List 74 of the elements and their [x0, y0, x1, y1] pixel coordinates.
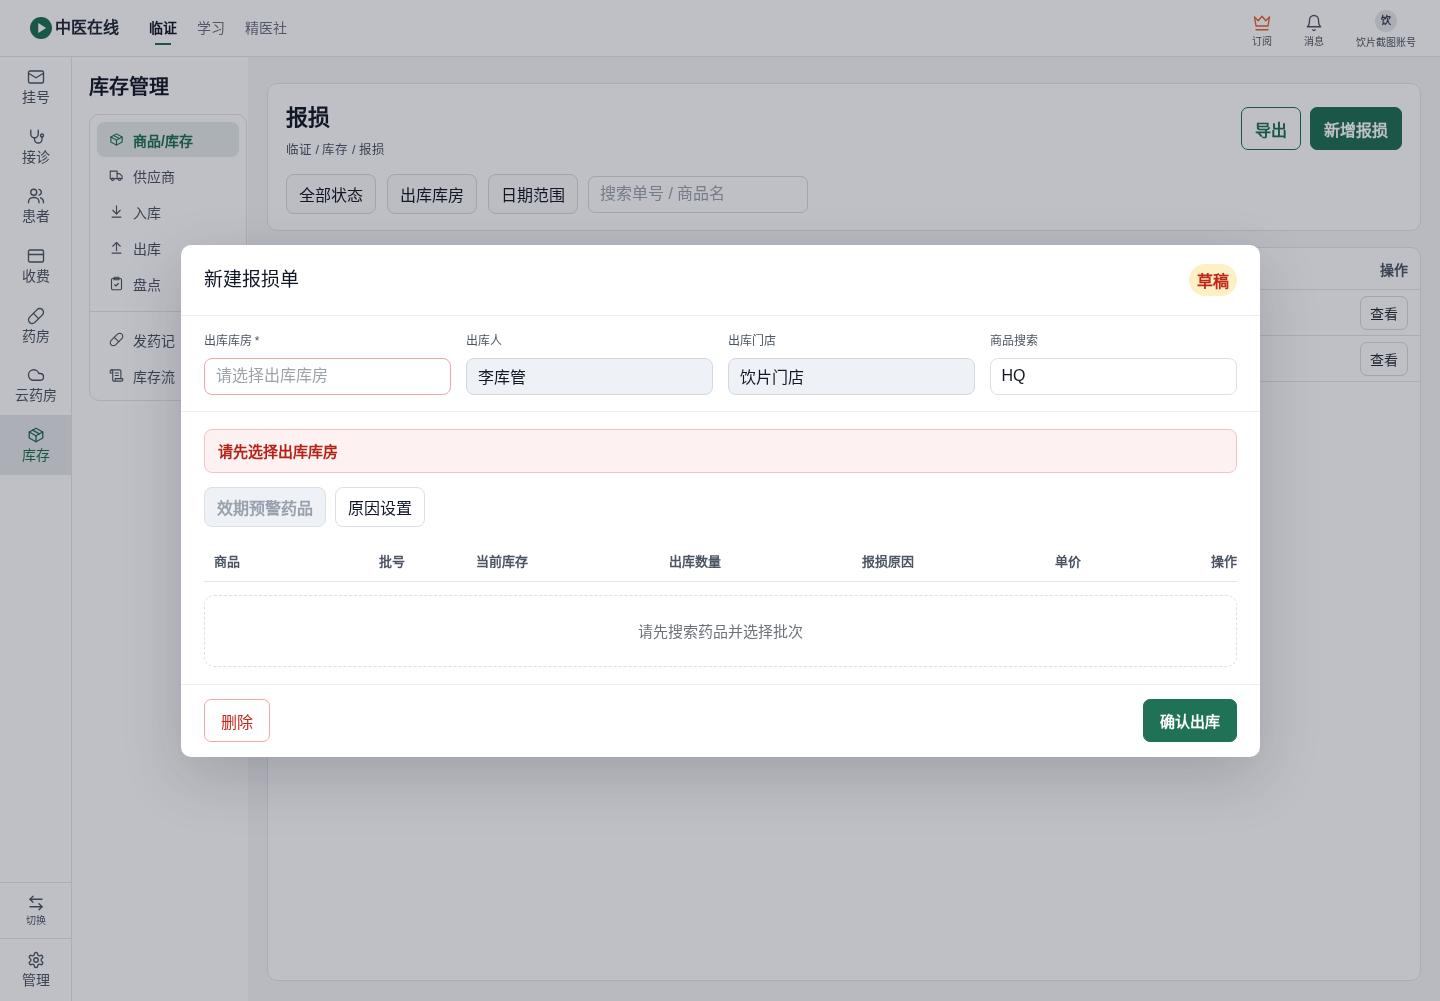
- account-button[interactable]: 饮 饮片截图账号: [1356, 7, 1416, 49]
- text-field[interactable]: HQ: [989, 357, 1237, 395]
- page-title: 报损: [286, 104, 331, 132]
- filter-button[interactable]: 全部状态: [286, 174, 376, 214]
- column-header: 单价: [1054, 553, 1082, 570]
- column-header: 出库数量: [668, 553, 722, 570]
- error-alert: 请先选择出库库房: [203, 428, 1237, 473]
- field-label: 出库人: [465, 332, 503, 349]
- notifications-icon: [1305, 14, 1323, 32]
- credit-card-icon: [26, 246, 45, 265]
- menu-item[interactable]: 盘点: [97, 266, 161, 301]
- menu-item[interactable]: 商品/库存: [97, 122, 239, 157]
- upload-icon: [109, 240, 124, 255]
- rail-item[interactable]: 接诊: [0, 116, 71, 177]
- truck-icon: [109, 168, 124, 183]
- empty-state: 请先搜索药品并选择批次: [203, 594, 1237, 667]
- filter-button[interactable]: 日期范围: [488, 174, 578, 214]
- nav-tab[interactable]: 学习: [197, 0, 225, 56]
- outline-button[interactable]: 导出: [1241, 107, 1301, 150]
- text-field[interactable]: 请选择出库库房: [203, 357, 451, 395]
- field-label: 出库库房 *: [203, 332, 261, 349]
- search-field[interactable]: 搜索单号 / 商品名: [588, 175, 808, 213]
- primary-button[interactable]: 确认出库: [1142, 699, 1237, 742]
- rail-item[interactable]: 挂号: [0, 57, 71, 117]
- nav-tab[interactable]: 精医社: [245, 0, 287, 56]
- field-label: 商品搜索: [989, 332, 1039, 349]
- notifications-button[interactable]: 消息: [1294, 8, 1334, 48]
- primary-button[interactable]: 新增报损: [1310, 107, 1402, 150]
- logo-icon: [30, 17, 52, 39]
- text-field[interactable]: 饮片门店: [727, 357, 975, 395]
- subscribe-button[interactable]: 订阅: [1242, 8, 1282, 48]
- swap-arrows-icon: [26, 893, 45, 912]
- rail-item[interactable]: 患者: [0, 176, 71, 237]
- column-header: 批号: [378, 553, 406, 570]
- column-header: 操作: [1210, 553, 1237, 570]
- crown-icon: [1253, 14, 1271, 32]
- avatar: 饮: [1375, 9, 1397, 32]
- menu-item[interactable]: 出库: [97, 230, 161, 265]
- download-icon: [109, 204, 124, 219]
- users-icon: [26, 187, 45, 206]
- rail-item[interactable]: 云药房: [0, 355, 71, 416]
- settings-icon: [26, 951, 45, 969]
- envelope-icon: [26, 67, 45, 86]
- danger-button[interactable]: 删除: [203, 699, 270, 742]
- filter-button[interactable]: 出库库房: [387, 174, 477, 214]
- box-icon: [109, 132, 124, 147]
- rail-item[interactable]: 管理: [0, 938, 71, 1001]
- text-field[interactable]: 李库管: [465, 357, 713, 395]
- menu-item[interactable]: 入库: [97, 194, 161, 229]
- clipboard-check-icon: [109, 276, 124, 291]
- menu-item[interactable]: 库存流: [97, 358, 175, 393]
- pill-icon: [109, 332, 124, 347]
- sidebar-title: 库存管理: [89, 75, 170, 100]
- tool-button[interactable]: 原因设置: [334, 486, 425, 527]
- brand-name: 中医在线: [55, 18, 119, 38]
- column-header: 操作: [1380, 260, 1408, 279]
- column-header: 商品: [213, 553, 241, 570]
- view-button[interactable]: 查看: [1360, 341, 1408, 376]
- pill-icon: [26, 306, 45, 325]
- dialog-title: 新建报损单: [203, 267, 299, 292]
- field-label: 出库门店: [727, 332, 777, 349]
- box-icon: [26, 425, 45, 444]
- view-button[interactable]: 查看: [1360, 295, 1408, 330]
- menu-item[interactable]: 供应商: [97, 158, 175, 193]
- column-header: 当前库存: [475, 553, 529, 570]
- column-header: 报损原因: [861, 553, 915, 570]
- rail-item[interactable]: 切换: [0, 882, 71, 938]
- rail-item[interactable]: 药房: [0, 295, 71, 356]
- rail-item[interactable]: 收费: [0, 236, 71, 296]
- scroll-icon: [109, 368, 124, 383]
- status-badge: 草稿: [1188, 263, 1237, 296]
- menu-item[interactable]: 发药记: [97, 322, 175, 357]
- rail-item[interactable]: 库存: [0, 415, 71, 475]
- breadcrumb: 临证 / 库存 / 报损: [286, 141, 386, 159]
